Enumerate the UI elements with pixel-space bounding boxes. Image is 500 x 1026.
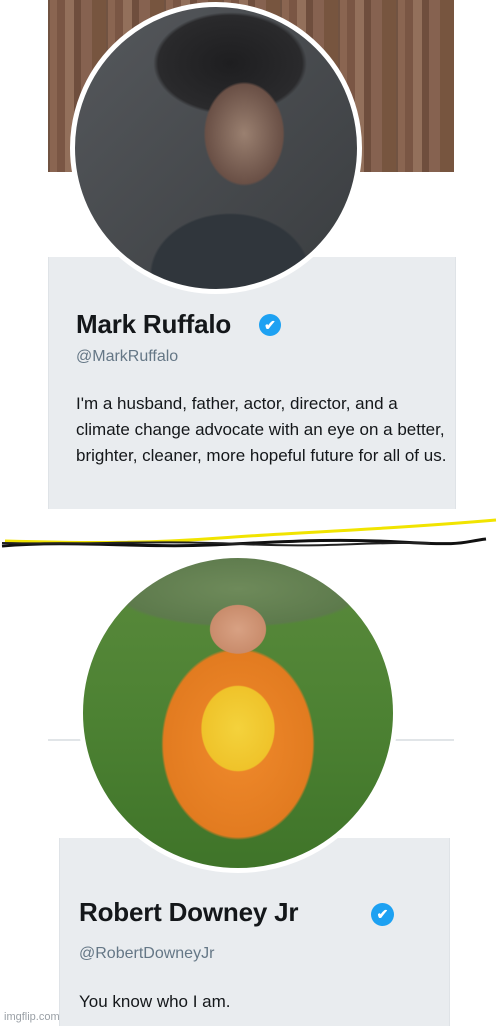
verified-badge-icon: ✔ <box>371 903 394 926</box>
profile-avatar-mark-ruffalo[interactable] <box>70 2 362 294</box>
profile-bio: I'm a husband, father, actor, director, … <box>76 394 447 465</box>
profile-bio: You know who I am. <box>79 992 231 1011</box>
profile-name[interactable]: Robert Downey Jr <box>79 897 298 928</box>
profile-avatar-robert-downey-jr[interactable] <box>78 553 398 873</box>
profile-handle[interactable]: @RobertDowneyJr <box>79 945 214 963</box>
watermark: imgflip.com <box>4 1011 60 1023</box>
profile-handle[interactable]: @MarkRuffalo <box>76 348 178 366</box>
verified-badge-icon: ✔ <box>259 314 281 336</box>
scribble-divider <box>1 518 497 548</box>
profile-card-mark-ruffalo <box>48 257 456 509</box>
profile-name[interactable]: Mark Ruffalo <box>76 309 231 340</box>
yellow-scribble <box>4 518 497 545</box>
